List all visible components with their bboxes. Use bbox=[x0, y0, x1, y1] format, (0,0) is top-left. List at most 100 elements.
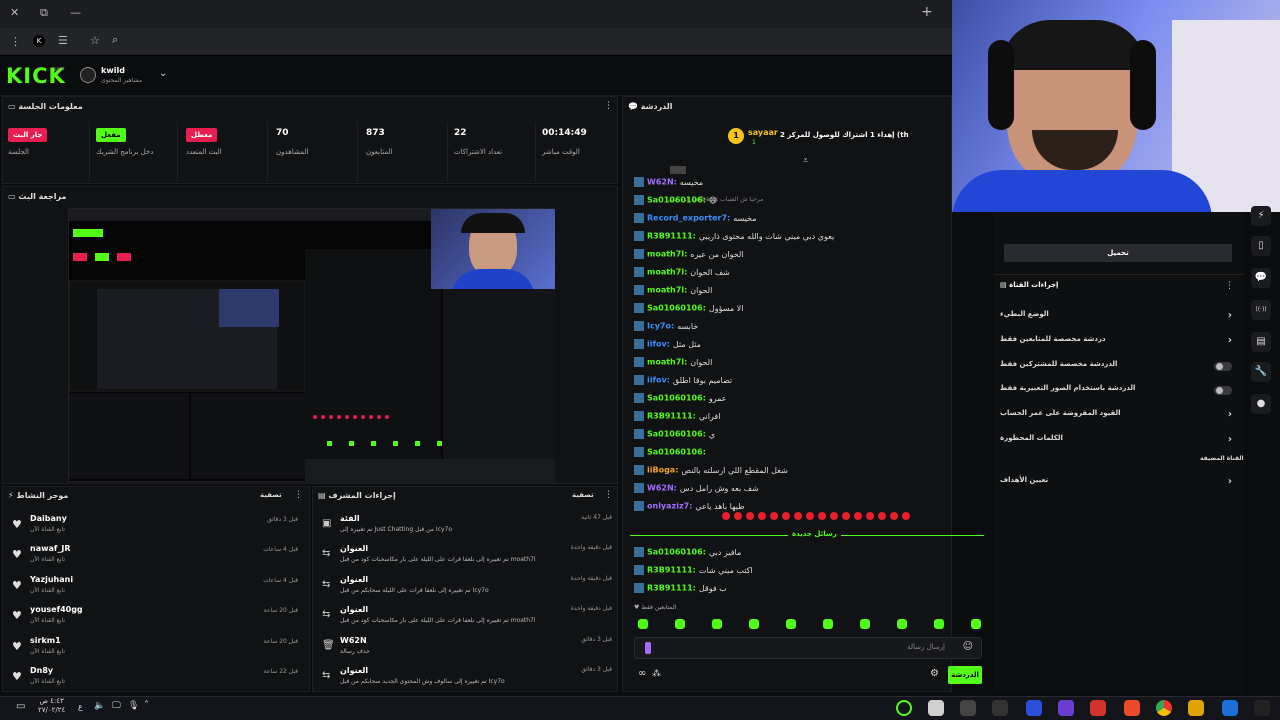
follower-name[interactable]: nawaf_JR bbox=[30, 544, 71, 553]
mod-action-item[interactable]: ⇆ العنوان تم تغييره إلى نلعفا قرات على الل… bbox=[318, 605, 618, 635]
terminal-icon[interactable] bbox=[992, 700, 1008, 716]
chat-message[interactable]: Icy7o: خابسه bbox=[634, 321, 698, 337]
tray-expand-icon[interactable]: ˄ bbox=[144, 700, 149, 711]
chat-message[interactable]: W62N: مخيسه bbox=[634, 177, 703, 193]
brave-icon[interactable] bbox=[1090, 700, 1106, 716]
emote-icon[interactable] bbox=[823, 619, 833, 629]
chat-message[interactable]: Sa01060106: ي bbox=[634, 429, 715, 445]
chat-username[interactable]: R3B91111 bbox=[647, 412, 693, 421]
chat-message[interactable]: Sa01060106: مافيز دبي bbox=[634, 547, 741, 563]
emote-icon[interactable] bbox=[897, 619, 907, 629]
chat-message[interactable]: Sa01060106: 😄 bbox=[634, 195, 717, 211]
minimize-window-icon[interactable]: — bbox=[70, 6, 81, 19]
folder-icon[interactable] bbox=[1188, 700, 1204, 716]
channel-action-item[interactable]: دردشة مخصصة للمتابعين فقط › bbox=[1000, 335, 1236, 355]
notification-icon[interactable]: ▭ bbox=[16, 701, 25, 712]
restore-window-icon[interactable]: ⧉ bbox=[40, 6, 48, 20]
activity-item[interactable]: ♥ Dn8y تابع القناة الآن قبل 22 ساعة bbox=[6, 666, 306, 696]
chat-username[interactable]: moath7l bbox=[647, 250, 684, 259]
close-window-icon[interactable]: ✕ bbox=[10, 6, 19, 19]
emote-icon[interactable] bbox=[934, 619, 944, 629]
mod-action-item[interactable]: ▣ الفئة تم تغييره إلى Just Chatting من قبل… bbox=[318, 514, 618, 544]
layout-icon[interactable]: ▤ bbox=[1251, 332, 1271, 352]
chat-bubble-icon[interactable]: 💬 bbox=[1251, 268, 1271, 288]
kick-icon[interactable] bbox=[896, 700, 912, 716]
stream-video[interactable] bbox=[68, 208, 555, 483]
tabs-icon[interactable]: ☰ bbox=[58, 34, 68, 47]
red-app-icon[interactable] bbox=[1124, 700, 1140, 716]
activity-item[interactable]: ♥ sirkm1 تابع القناة الآن قبل 20 ساعة bbox=[6, 636, 306, 666]
follower-name[interactable]: Dn8y bbox=[30, 666, 53, 675]
activity-item[interactable]: ♥ Daibany تابع القناة الآن قبل 3 دقائق bbox=[6, 514, 306, 544]
emote-icon[interactable] bbox=[675, 619, 685, 629]
set-goals-item[interactable]: تعيين الأهداف › bbox=[1000, 476, 1236, 496]
chrome-icon[interactable] bbox=[1156, 700, 1172, 716]
chat-input[interactable]: إرسال رسالة ☺ bbox=[634, 637, 982, 659]
chat-username[interactable]: moath7l bbox=[647, 286, 684, 295]
microphone-icon[interactable]: 🎙 bbox=[128, 701, 139, 711]
chat-message[interactable]: moath7l: الحوان من عيره bbox=[634, 249, 744, 265]
network-icon[interactable]: 🖵 bbox=[112, 701, 121, 711]
channel-action-item[interactable]: القيود المفروضة على عمر الحساب › bbox=[1000, 409, 1236, 429]
chat-message[interactable]: W62N: شف بعه وش رامل دس bbox=[634, 483, 759, 499]
chat-username[interactable]: moath7l bbox=[647, 358, 684, 367]
channel-actions-menu-icon[interactable]: ⋮ bbox=[1225, 281, 1234, 291]
chat-username[interactable]: moath7l bbox=[647, 268, 684, 277]
chat-username[interactable]: iifov bbox=[647, 376, 667, 385]
volume-icon[interactable]: 🔈 bbox=[94, 701, 105, 711]
settings-dots-icon[interactable]: ⁂ bbox=[652, 669, 661, 679]
chat-message[interactable]: Sa01060106: الا مسؤول bbox=[634, 303, 743, 319]
search-icon[interactable]: ⌕ bbox=[112, 33, 118, 47]
mod-action-item[interactable]: ⇆ العنوان تم تغييره إلى نلعفا قرات على الل… bbox=[318, 544, 618, 574]
kick-favicon[interactable]: K bbox=[33, 35, 45, 47]
channel-action-item[interactable]: الدردشة مخصصة للمشتركين فقط bbox=[1000, 360, 1236, 380]
broadcast-icon[interactable]: ((·)) bbox=[1251, 300, 1271, 320]
channel-action-item[interactable]: الوضع البطيء › bbox=[1000, 310, 1236, 330]
start-icon[interactable] bbox=[1254, 700, 1270, 716]
chat-message[interactable]: moath7l: شف الحوان bbox=[634, 267, 730, 283]
follower-name[interactable]: sirkm1 bbox=[30, 636, 61, 645]
obs-icon[interactable] bbox=[1058, 700, 1074, 716]
chat-username[interactable]: R3B91111 bbox=[647, 584, 693, 593]
chat-username[interactable]: Icy7o bbox=[647, 322, 671, 331]
emote-icon[interactable] bbox=[971, 619, 981, 629]
chat-message[interactable]: iifov: مثل مثل bbox=[634, 339, 701, 355]
chat-message[interactable]: moath7l: الحوان bbox=[634, 285, 712, 301]
chat-message[interactable]: Sa01060106: عمرو bbox=[634, 393, 727, 409]
new-tab-icon[interactable]: + bbox=[921, 4, 933, 20]
emote-icon[interactable] bbox=[712, 619, 722, 629]
app-icon[interactable] bbox=[928, 700, 944, 716]
chat-username[interactable]: Record_exporter7 bbox=[647, 214, 727, 223]
activity-filter-button[interactable]: تصفية bbox=[260, 491, 282, 499]
chat-message[interactable]: moath7l: الحوان bbox=[634, 357, 712, 373]
menu-icon[interactable]: ⋮ bbox=[10, 35, 21, 48]
toggle-switch[interactable] bbox=[1214, 361, 1232, 371]
chevron-down-icon[interactable]: ⌄ bbox=[159, 68, 167, 79]
video-icon[interactable] bbox=[1026, 700, 1042, 716]
chat-username[interactable]: onlyaziz7 bbox=[647, 502, 689, 511]
chat-message[interactable]: iiBoga: شغل المقطع اللي ارسلته بالنص bbox=[634, 465, 788, 481]
activity-menu-icon[interactable]: ⋮ bbox=[294, 490, 303, 500]
channel-action-item[interactable]: الكلمات المحظورة › bbox=[1000, 434, 1236, 454]
emote-icon[interactable] bbox=[749, 619, 759, 629]
mod-action-item[interactable]: ⇆ العنوان تم تغييره إلى سالوف وش المحتوى ا… bbox=[318, 666, 618, 696]
chat-message[interactable]: Sa01060106: bbox=[634, 447, 709, 463]
follower-name[interactable]: yousef40gg bbox=[30, 605, 83, 614]
chat-message[interactable]: Record_exporter7: مخيسه bbox=[634, 213, 757, 229]
chat-username[interactable]: Sa01060106 bbox=[647, 196, 703, 205]
game-icon[interactable] bbox=[960, 700, 976, 716]
load-button[interactable]: تحميل bbox=[1004, 244, 1232, 262]
mod-action-item[interactable]: 🗑 W62N حذف رسالة قبل 3 دقائق bbox=[318, 636, 618, 666]
mod-menu-icon[interactable]: ⋮ bbox=[604, 490, 613, 500]
wrench-icon[interactable]: 🔧 bbox=[1251, 362, 1271, 382]
store-icon[interactable] bbox=[1222, 700, 1238, 716]
channel-avatar[interactable] bbox=[80, 67, 96, 83]
chat-message[interactable]: iifov: تصاميم بوقا اطلق bbox=[634, 375, 732, 391]
emote-icon[interactable] bbox=[638, 619, 648, 629]
infinity-icon[interactable]: ∞ bbox=[638, 668, 646, 679]
chat-message[interactable]: R3B91111: افراني bbox=[634, 411, 720, 427]
chat-settings-icon[interactable]: ⚙ bbox=[930, 668, 939, 679]
mod-filter-button[interactable]: تصفية bbox=[572, 491, 594, 499]
chat-username[interactable]: iifov bbox=[647, 340, 667, 349]
chat-username[interactable]: Sa01060106 bbox=[647, 394, 703, 403]
